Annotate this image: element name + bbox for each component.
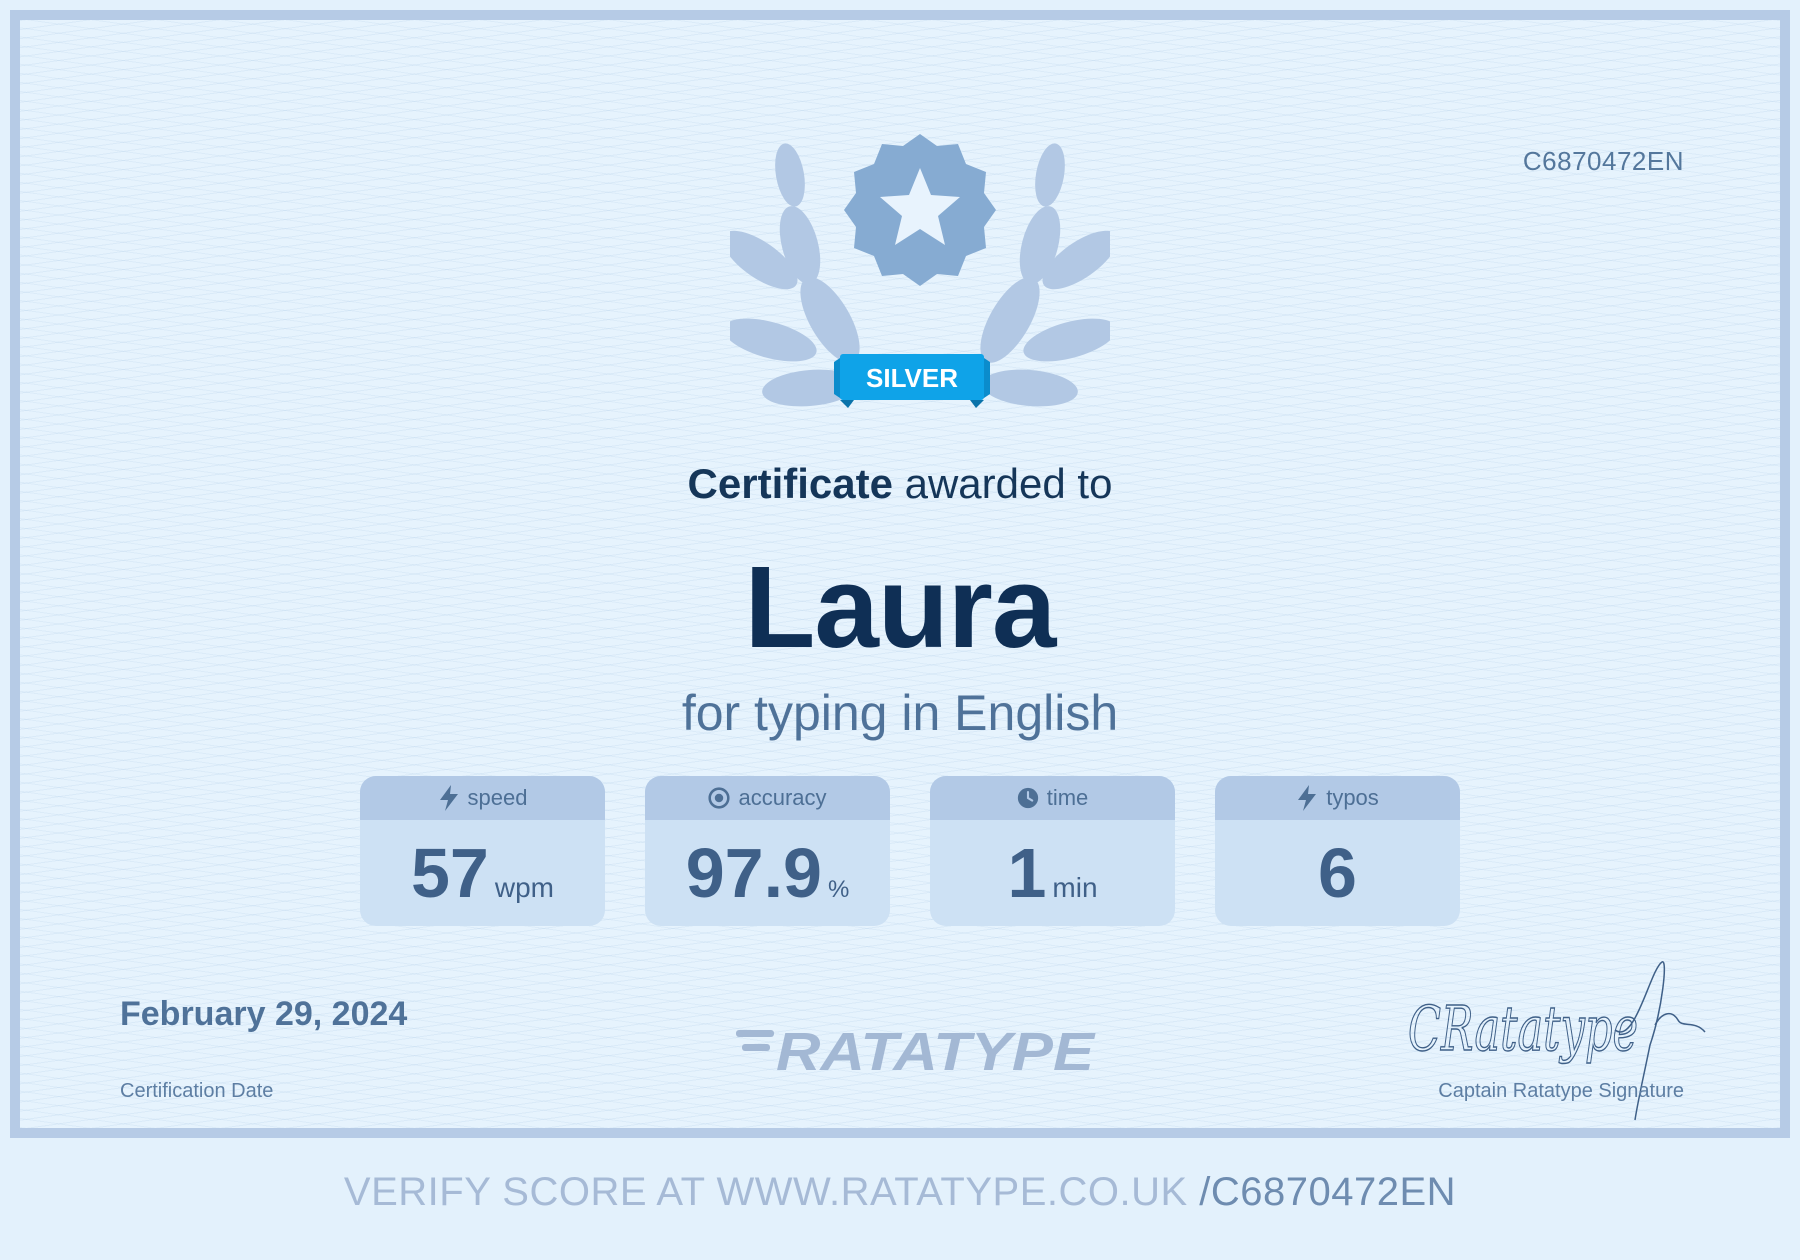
stats-row: speed 57 wpm accuracy 97.9 % time 1 min … xyxy=(360,776,1465,926)
subline: for typing in English xyxy=(681,685,1119,741)
stat-header: speed xyxy=(360,776,605,820)
stat-value: 1 xyxy=(1007,834,1047,912)
stat-header: accuracy xyxy=(645,776,890,820)
stat-unit: min xyxy=(1052,872,1098,903)
stat-value: 6 xyxy=(1318,834,1357,912)
stat-speed: speed 57 wpm xyxy=(360,776,605,926)
certificate: C6870472EN SILVER Certificate awarded to… xyxy=(10,10,1790,1138)
stat-body: 57 wpm xyxy=(360,820,605,926)
silver-badge: SILVER xyxy=(834,354,990,408)
stat-label: accuracy xyxy=(738,785,827,810)
stat-header: time xyxy=(930,776,1175,820)
headline-rest: awarded to xyxy=(892,460,1113,507)
verify-link[interactable]: /C6870472EN xyxy=(1199,1170,1456,1214)
badge-label: SILVER xyxy=(866,363,958,393)
headline: Certificate awarded to xyxy=(20,460,1780,508)
headline-strong: Certificate xyxy=(687,460,893,507)
stat-value: 57 xyxy=(411,834,489,912)
stat-label: time xyxy=(1046,785,1089,810)
certification-date-label: Certification Date xyxy=(120,1080,274,1102)
lightning-icon xyxy=(439,785,458,811)
star-medal-icon xyxy=(844,134,996,286)
signature-label: Captain Ratatype Signature xyxy=(1438,1080,1684,1102)
target-icon xyxy=(708,787,731,809)
stat-body: 1 min xyxy=(930,820,1175,926)
stat-label: typos xyxy=(1326,785,1379,810)
stat-header: typos xyxy=(1215,776,1460,820)
lightning-icon xyxy=(1298,785,1317,811)
clock-icon xyxy=(1017,787,1038,809)
recipient-name: Laura xyxy=(744,542,1057,672)
stat-unit: % xyxy=(827,876,850,903)
signature-text: CRatatype xyxy=(1408,992,1638,1065)
stat-typos: typos 6 xyxy=(1215,776,1460,926)
stat-body: 97.9 % xyxy=(645,820,890,926)
stat-unit: wpm xyxy=(494,872,554,903)
stat-value: 97.9 xyxy=(685,834,822,912)
certification-date: February 29, 2024 xyxy=(120,995,408,1033)
brand-wordmark: RATATYPE xyxy=(776,1022,1096,1080)
stat-label: speed xyxy=(467,785,528,810)
verify-text: VERIFY SCORE AT WWW.RATATYPE.CO.UK xyxy=(343,1170,1200,1214)
certificate-id: C6870472EN xyxy=(1522,146,1684,176)
stat-body: 6 xyxy=(1215,820,1460,926)
stat-accuracy: accuracy 97.9 % xyxy=(645,776,890,926)
stat-time: time 1 min xyxy=(930,776,1175,926)
verify-footer: VERIFY SCORE AT WWW.RATATYPE.CO.UK /C687… xyxy=(0,1170,1800,1215)
ratatype-logo: RATATYPE xyxy=(736,1022,1096,1080)
